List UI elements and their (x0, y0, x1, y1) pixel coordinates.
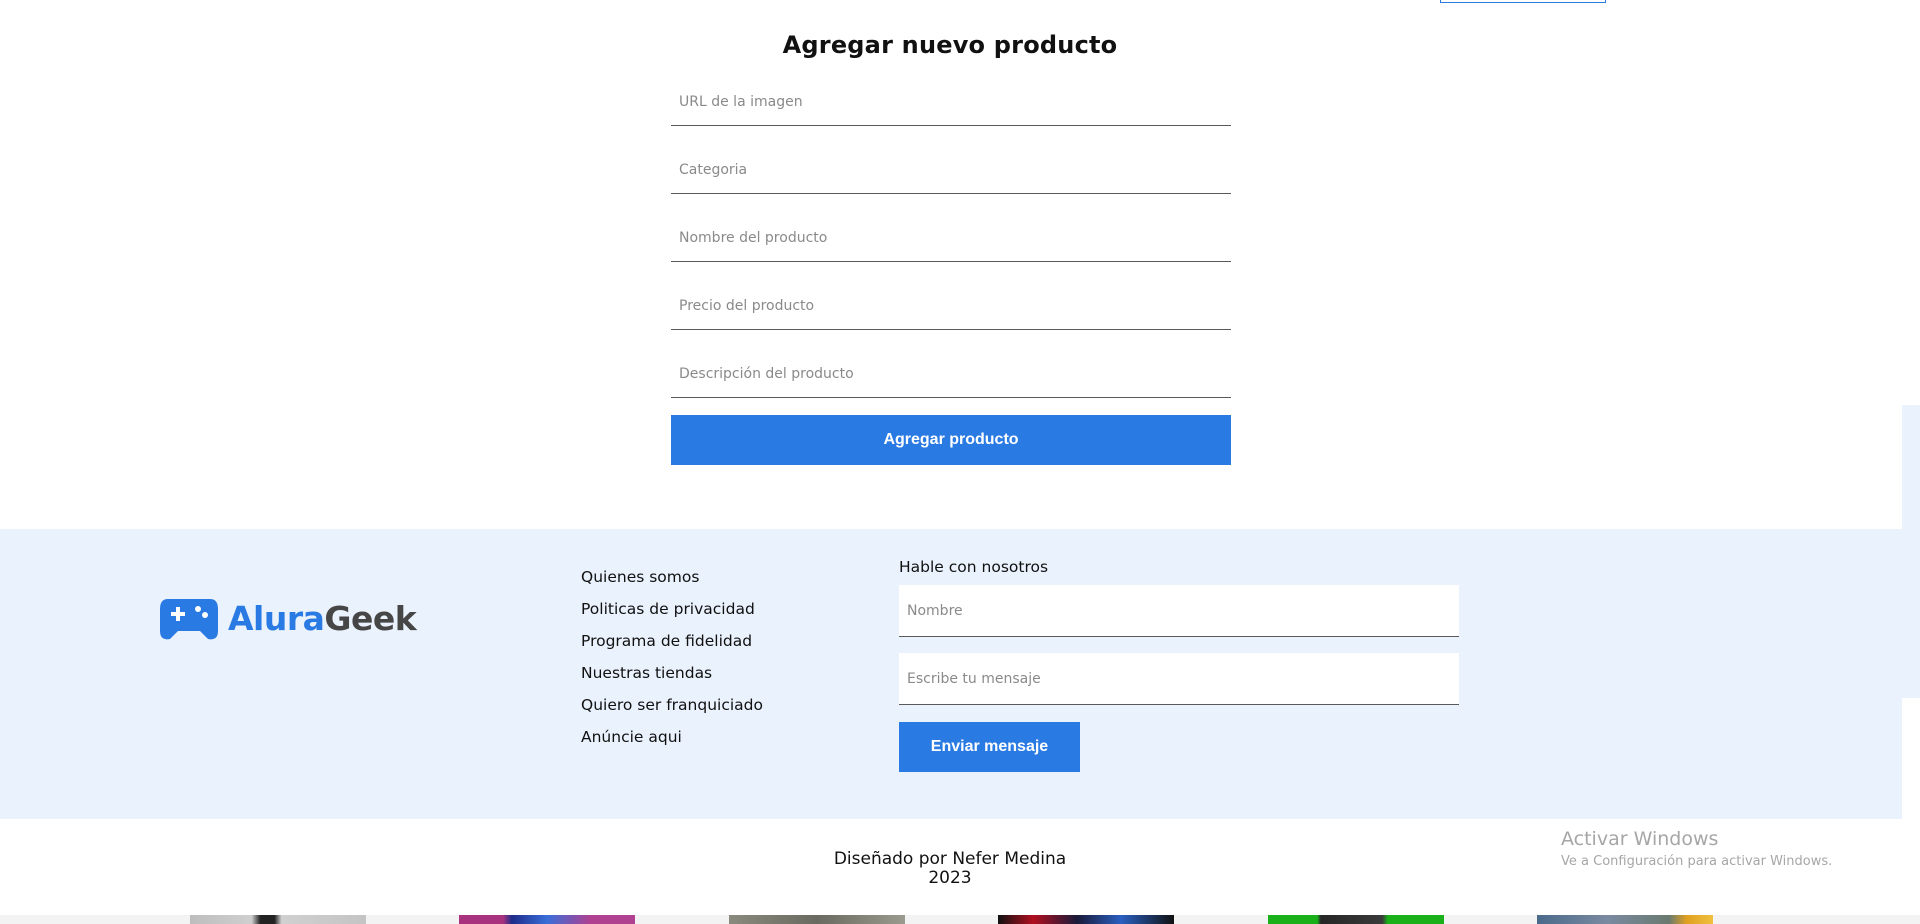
product-thumbnail[interactable] (1268, 915, 1444, 924)
windows-watermark-title: Activar Windows (1561, 828, 1719, 850)
product-price-input[interactable] (671, 282, 1231, 329)
footer-link-franquiciado[interactable]: Quiero ser franquiciado (581, 694, 763, 726)
product-thumbnail[interactable] (190, 915, 366, 924)
category-field[interactable] (671, 146, 1231, 194)
footer-link-fidelidad[interactable]: Programa de fidelidad (581, 630, 763, 662)
contact-title: Hable con nosotros (899, 558, 1049, 576)
image-url-field[interactable] (671, 78, 1231, 126)
category-input[interactable] (671, 146, 1231, 193)
product-thumbnail[interactable] (998, 915, 1174, 924)
product-thumbnail[interactable] (1537, 915, 1713, 924)
credit-year: 2023 (928, 868, 972, 888)
gamepad-icon (160, 599, 218, 640)
contact-name-input[interactable] (899, 585, 1459, 636)
product-price-field[interactable] (671, 282, 1231, 330)
product-thumbnail[interactable] (729, 915, 905, 924)
windows-watermark-subtitle: Ve a Configuración para activar Windows. (1561, 854, 1833, 869)
logo-text: AluraGeek (228, 598, 417, 638)
footer-link-anuncie[interactable]: Anúncie aqui (581, 726, 763, 758)
product-description-input[interactable] (671, 350, 1231, 397)
image-url-input[interactable] (671, 78, 1231, 125)
contact-name-field[interactable] (899, 585, 1459, 637)
footer-links: Quienes somos Politicas de privacidad Pr… (581, 566, 763, 758)
product-name-input[interactable] (671, 214, 1231, 261)
product-thumbnail[interactable] (459, 915, 635, 924)
product-description-field[interactable] (671, 350, 1231, 398)
right-edge-panel (1902, 405, 1920, 698)
footer-link-tiendas[interactable]: Nuestras tiendas (581, 662, 763, 694)
windows-activation-watermark: Activar Windows Ve a Configuración para … (1561, 828, 1832, 869)
contact-message-input[interactable] (899, 653, 1459, 704)
send-message-button[interactable]: Enviar mensaje (899, 722, 1080, 772)
product-name-field[interactable] (671, 214, 1231, 262)
contact-message-field[interactable] (899, 653, 1459, 705)
alurageek-logo[interactable]: AluraGeek (158, 595, 417, 641)
add-product-button[interactable]: Agregar producto (671, 415, 1231, 465)
footer-link-quienes-somos[interactable]: Quienes somos (581, 566, 763, 598)
form-title: Agregar nuevo producto (782, 31, 1118, 59)
top-outline-button-edge[interactable] (1440, 0, 1606, 3)
footer-link-politicas[interactable]: Politicas de privacidad (581, 598, 763, 630)
